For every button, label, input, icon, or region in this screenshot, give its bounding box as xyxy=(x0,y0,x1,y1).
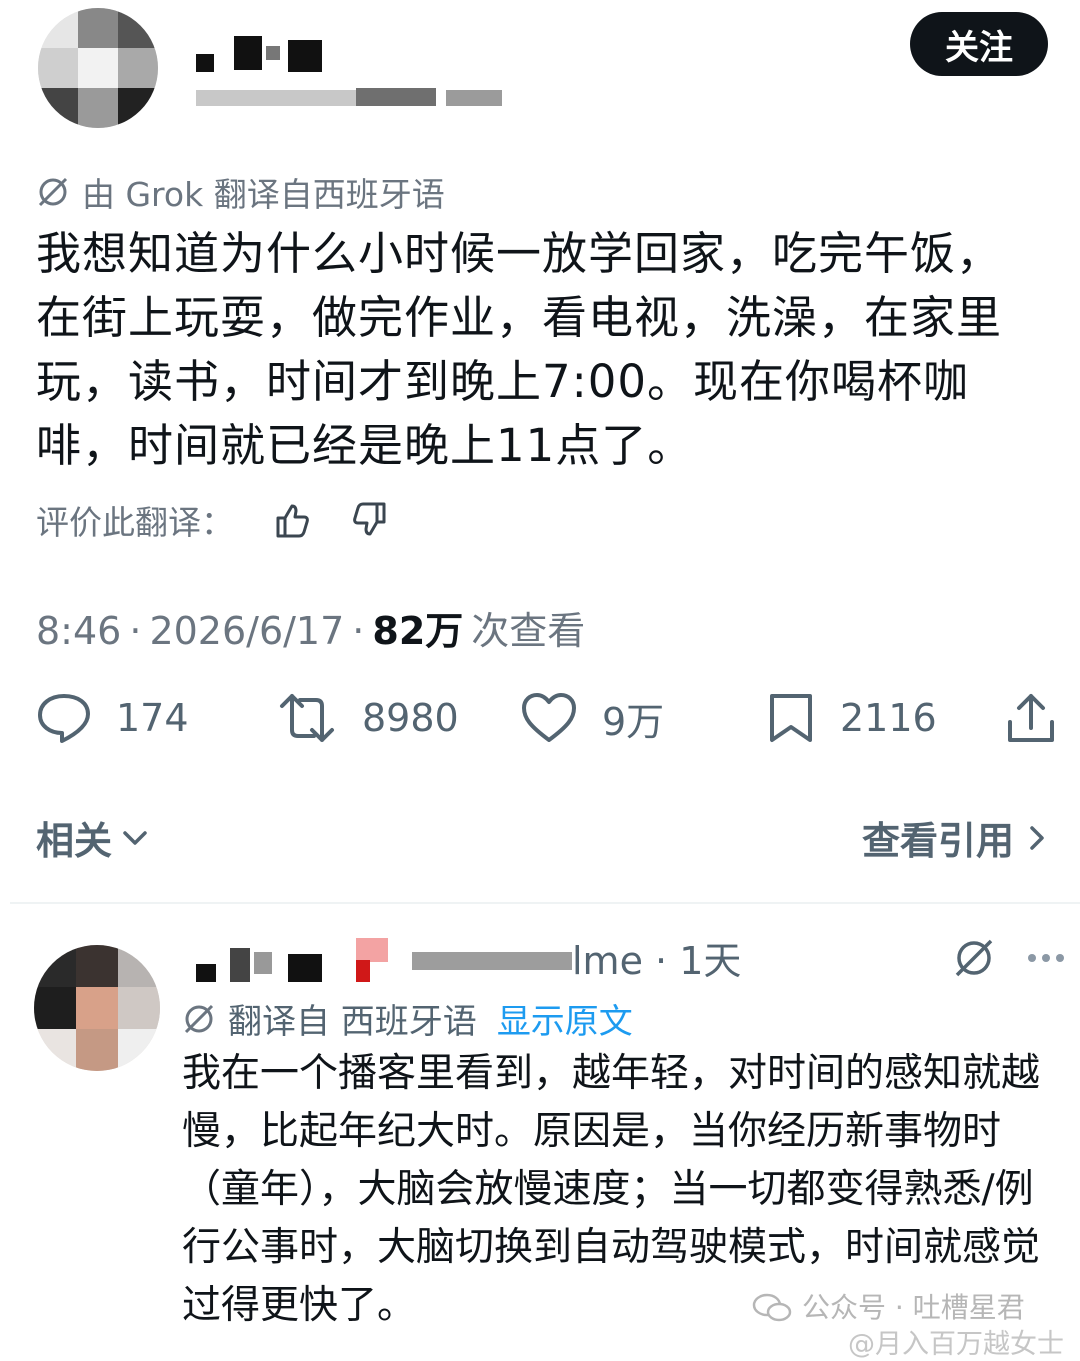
bookmark-button[interactable]: 2116 xyxy=(766,690,937,746)
grok-icon xyxy=(38,177,68,207)
reply-translation-label: 翻译自 西班牙语 xyxy=(228,1002,477,1042)
bookmark-icon xyxy=(770,694,812,742)
views-label: 次查看 xyxy=(471,609,586,653)
author-name-redacted xyxy=(196,36,326,76)
grok-icon xyxy=(184,1004,214,1033)
share-icon xyxy=(1008,694,1054,742)
reply-author-name-redacted xyxy=(196,938,406,984)
chevron-down-icon xyxy=(123,830,147,845)
translation-notice: 由 Grok 翻译自西班牙语 xyxy=(36,168,445,216)
heart-icon xyxy=(522,693,576,742)
reply-icon xyxy=(38,694,90,743)
thumbs-up-icon[interactable] xyxy=(272,500,312,540)
reply-count: 174 xyxy=(116,696,189,740)
reply-meta: lme · 1天 xyxy=(572,939,742,983)
share-button[interactable] xyxy=(1002,690,1080,748)
show-original-link[interactable]: 显示原文 xyxy=(497,994,633,1043)
watermark-line1: 公众号 · 吐槽星君 xyxy=(802,1291,1025,1324)
related-dropdown[interactable]: 相关 xyxy=(36,810,152,865)
views-count: 82万 xyxy=(372,609,464,653)
rate-translation: 评价此翻译： xyxy=(36,496,390,544)
quotes-label: 查看引用 xyxy=(861,819,1014,863)
grok-translate-icon[interactable] xyxy=(952,936,996,984)
author-avatar[interactable] xyxy=(38,8,158,128)
post-text: 我想知道为什么小时候一放学回家，吃完午饭，在街上玩耍，做完作业，看电视，洗澡，在… xyxy=(36,227,1003,472)
watermark-line2: @月入百万越女士 xyxy=(848,1329,1064,1360)
translation-label: 由 Grok 翻译自西班牙语 xyxy=(82,175,445,214)
repost-icon xyxy=(280,694,334,742)
rate-label: 评价此翻译： xyxy=(36,503,234,542)
follow-button[interactable]: 关注 xyxy=(910,12,1048,76)
post-time: 8:46 xyxy=(36,609,122,653)
view-quotes-link[interactable]: 查看引用 xyxy=(862,810,1052,865)
thumbs-down-icon[interactable] xyxy=(350,500,390,540)
author-handle-redacted xyxy=(196,86,502,110)
reply-button[interactable]: 174 xyxy=(36,690,189,746)
related-label: 相关 xyxy=(36,819,113,863)
post-meta: 8:46 · 2026/6/17 · 82万 次查看 xyxy=(36,600,585,655)
watermark: 公众号 · 吐槽星君 xyxy=(752,1292,1025,1324)
bookmark-count: 2116 xyxy=(840,696,937,740)
repost-count: 8980 xyxy=(362,696,459,740)
divider xyxy=(10,902,1080,904)
reply-handle-redacted xyxy=(412,950,572,974)
reply-translation-notice: 翻译自 西班牙语 显示原文 xyxy=(182,994,633,1043)
chevron-right-icon xyxy=(1030,825,1044,850)
action-bar: 174 8980 9万 2116 xyxy=(36,690,1060,760)
reply-handle-suffix: lme xyxy=(572,939,643,983)
like-button[interactable]: 9万 xyxy=(520,690,664,746)
reply-age: 1天 xyxy=(679,939,742,983)
like-count: 9万 xyxy=(602,699,665,744)
reply-author-avatar[interactable] xyxy=(34,945,160,1071)
wechat-icon xyxy=(752,1293,792,1322)
post-date: 2026/6/17 xyxy=(149,609,345,653)
repost-button[interactable]: 8980 xyxy=(276,690,459,746)
more-icon[interactable] xyxy=(1026,950,1066,970)
